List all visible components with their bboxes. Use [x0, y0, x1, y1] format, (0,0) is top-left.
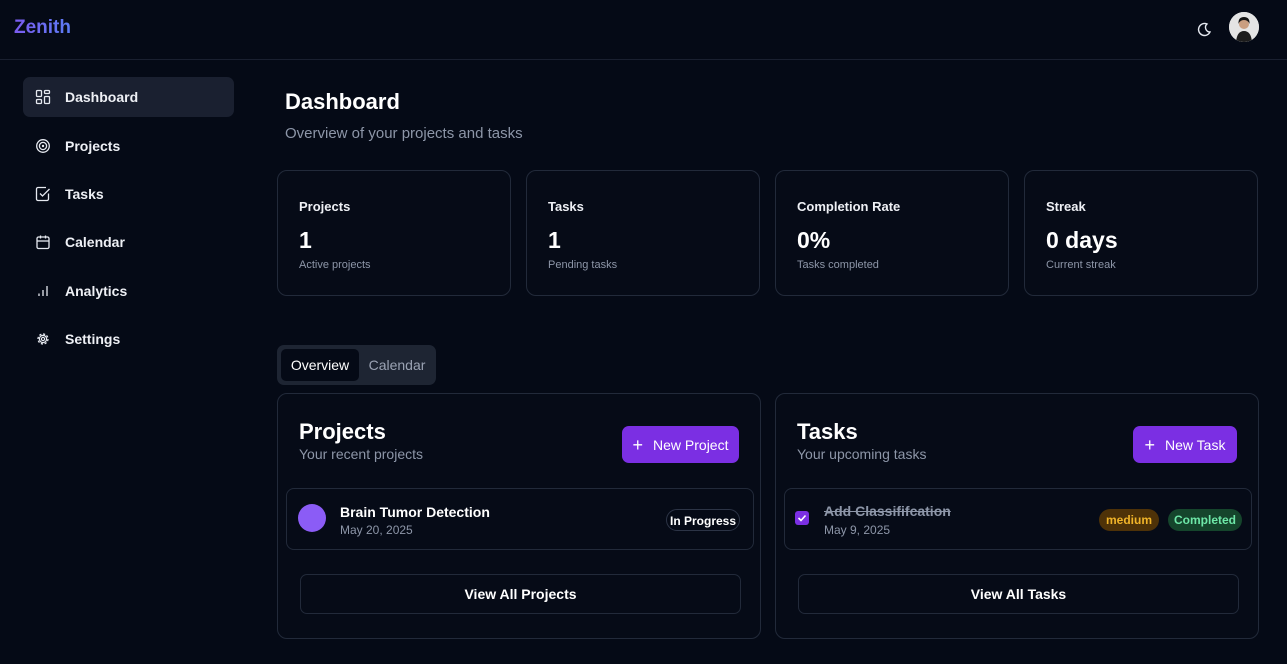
sidebar-item-dashboard[interactable]: Dashboard: [23, 77, 234, 117]
stat-subtitle: Pending tasks: [548, 259, 618, 271]
sidebar-item-label: Dashboard: [65, 89, 139, 105]
task-date: May 9, 2025: [824, 523, 891, 537]
project-color-dot: [298, 504, 326, 532]
bar-chart-icon: [38, 286, 48, 296]
stat-subtitle: Tasks completed: [797, 259, 879, 271]
stat-card-tasks: Tasks 1 Pending tasks: [526, 170, 760, 296]
check-icon: [797, 514, 807, 522]
user-avatar-icon: [1229, 12, 1259, 42]
priority-badge: medium: [1099, 509, 1159, 531]
stat-value: 1: [548, 227, 561, 253]
stat-title: Projects: [299, 199, 351, 214]
view-all-tasks-button[interactable]: View All Tasks: [798, 574, 1239, 614]
sidebar-item-settings[interactable]: Settings: [23, 319, 234, 359]
theme-toggle-button[interactable]: [1194, 18, 1216, 40]
sidebar-item-analytics[interactable]: Analytics: [23, 271, 234, 311]
top-bar: Zenith: [0, 0, 1287, 60]
status-badge: In Progress: [666, 509, 740, 531]
tab-calendar[interactable]: Calendar: [363, 349, 431, 381]
task-name: Add Classififcation: [824, 503, 951, 519]
projects-panel: Projects Your recent projects + New Proj…: [277, 393, 761, 639]
sidebar-item-projects[interactable]: Projects: [23, 126, 234, 166]
tab-overview[interactable]: Overview: [281, 349, 359, 381]
page-title: Dashboard: [285, 89, 400, 114]
plus-icon: +: [1144, 434, 1156, 455]
layout-grid-icon: [35, 89, 51, 105]
stat-value: 1: [299, 227, 312, 253]
sidebar: Dashboard Projects Tasks Calendar Analyt…: [0, 61, 250, 664]
page-subtitle: Overview of your projects and tasks: [285, 125, 523, 142]
sidebar-item-tasks[interactable]: Tasks: [23, 174, 234, 214]
new-task-button[interactable]: + New Task: [1133, 426, 1237, 463]
projects-panel-title: Projects: [299, 419, 386, 444]
task-checkbox[interactable]: [795, 511, 809, 525]
sidebar-item-calendar[interactable]: Calendar: [23, 222, 234, 262]
status-badge: Completed: [1168, 509, 1242, 531]
view-all-projects-button[interactable]: View All Projects: [300, 574, 741, 614]
project-name: Brain Tumor Detection: [340, 504, 490, 520]
stat-card-streak: Streak 0 days Current streak: [1024, 170, 1258, 296]
sidebar-item-label: Projects: [65, 138, 121, 154]
stat-subtitle: Current streak: [1046, 259, 1116, 271]
tasks-panel: Tasks Your upcoming tasks + New Task Add…: [775, 393, 1259, 639]
stat-subtitle: Active projects: [299, 259, 371, 271]
stat-card-completion-rate: Completion Rate 0% Tasks completed: [775, 170, 1009, 296]
view-tabs: Overview Calendar: [277, 345, 436, 385]
sidebar-item-label: Calendar: [65, 234, 125, 250]
stat-value: 0%: [797, 227, 831, 253]
gear-icon: [37, 333, 49, 345]
tasks-panel-subtitle: Your upcoming tasks: [797, 446, 927, 462]
brand-logo[interactable]: Zenith: [14, 17, 71, 39]
new-project-label: New Project: [653, 436, 729, 453]
moon-icon: [1197, 22, 1212, 37]
avatar[interactable]: [1229, 12, 1259, 42]
project-date: May 20, 2025: [340, 523, 413, 537]
new-project-button[interactable]: + New Project: [622, 426, 739, 463]
stat-title: Streak: [1046, 199, 1086, 214]
sidebar-item-label: Settings: [65, 331, 121, 347]
task-row[interactable]: Add Classififcation May 9, 2025 medium C…: [784, 488, 1252, 550]
target-icon: [36, 139, 50, 153]
new-task-label: New Task: [1165, 436, 1226, 453]
project-row[interactable]: Brain Tumor Detection May 20, 2025 In Pr…: [286, 488, 754, 550]
plus-icon: +: [632, 434, 644, 455]
sidebar-item-label: Tasks: [65, 186, 104, 202]
stat-title: Completion Rate: [797, 199, 901, 214]
check-square-icon: [35, 186, 50, 202]
calendar-icon: [36, 235, 50, 250]
stat-title: Tasks: [548, 199, 584, 214]
stat-card-projects: Projects 1 Active projects: [277, 170, 511, 296]
tasks-panel-title: Tasks: [797, 419, 858, 444]
projects-panel-subtitle: Your recent projects: [299, 446, 423, 462]
sidebar-item-label: Analytics: [65, 283, 128, 299]
stat-value: 0 days: [1046, 227, 1118, 253]
